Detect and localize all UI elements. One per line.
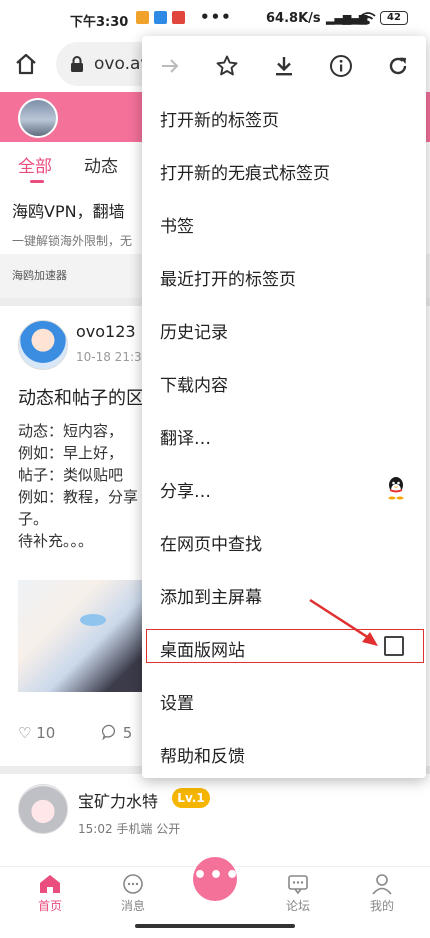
menu-find-in-page[interactable]: 在网页中查找: [142, 515, 426, 568]
like-button[interactable]: ♡ 10: [18, 724, 55, 742]
ad-source: 海鸥加速器: [12, 269, 67, 282]
status-bar: 下午3:30 ••• 64.8K/s ▂▄▆ ▂▄▆ 42: [0, 0, 430, 36]
menu-recent-tabs[interactable]: 最近打开的标签页: [142, 250, 426, 303]
menu-label: 帮助和反馈: [160, 747, 245, 767]
post-body: 动态：短内容， 例如：早上好， 帖子：类似贴吧 例如：教程，分享 子。 待补充。…: [18, 420, 138, 552]
notification-icon: [136, 11, 149, 24]
bottom-nav: 首页 消息 ••• 论坛 我的: [0, 857, 430, 916]
nav-messages[interactable]: 消息: [103, 871, 163, 914]
nav-forum[interactable]: 论坛: [268, 871, 328, 914]
lock-icon: [70, 56, 84, 76]
site-avatar[interactable]: [18, 98, 58, 138]
forward-icon[interactable]: [156, 52, 184, 80]
menu-label: 打开新的无痕式标签页: [160, 164, 330, 184]
post-title: 动态和帖子的区: [18, 388, 144, 409]
heart-icon: ♡: [18, 724, 32, 742]
menu-share[interactable]: 分享…: [142, 462, 426, 515]
menu-label: 在网页中查找: [160, 535, 262, 555]
menu-label: 设置: [160, 694, 194, 714]
menu-new-tab[interactable]: 打开新的标签页: [142, 91, 426, 144]
ad-description: 一键解锁海外限制，无: [12, 234, 133, 248]
post-line: 子。: [18, 510, 49, 528]
post-image-detail: [80, 614, 106, 626]
nav-forum-label: 论坛: [285, 899, 310, 913]
post-line: 例如：教程，分享: [18, 488, 139, 506]
menu-bookmarks[interactable]: 书签: [142, 197, 426, 250]
nav-home[interactable]: 首页: [20, 871, 80, 914]
menu-label: 打开新的标签页: [160, 111, 279, 131]
network-speed: 64.8K/s: [266, 11, 321, 26]
menu-settings[interactable]: 设置: [142, 674, 426, 727]
user-icon: [352, 871, 412, 897]
menu-help-feedback[interactable]: 帮助和反馈: [142, 727, 426, 780]
post-username[interactable]: 宝矿力水特: [78, 788, 158, 812]
forum-icon: [268, 871, 328, 897]
like-count: 10: [36, 724, 56, 742]
post-username[interactable]: ovo123: [76, 322, 136, 341]
nav-profile[interactable]: 我的: [352, 871, 412, 914]
menu-label: 分享…: [160, 482, 211, 502]
post-meta: 15:02 手机端 公开: [78, 822, 181, 836]
avatar[interactable]: [18, 320, 68, 370]
menu-translate[interactable]: 翻译…: [142, 409, 426, 462]
download-icon[interactable]: [270, 52, 298, 80]
overflow-menu: 打开新的标签页 打开新的无痕式标签页 书签 最近打开的标签页 历史记录 下载内容…: [142, 36, 426, 778]
post-time: 10-18 21:35: [76, 350, 150, 364]
menu-toolbar: [142, 36, 426, 96]
post-line: 例如：早上好，: [18, 444, 124, 462]
home-icon[interactable]: [12, 50, 40, 78]
active-tab-indicator: [30, 180, 44, 183]
post-line: 帖子：类似贴吧: [18, 466, 124, 484]
battery-icon: 42: [380, 11, 408, 25]
comment-count: 5: [122, 724, 133, 742]
avatar[interactable]: [18, 784, 68, 834]
status-time: 下午3:30: [70, 15, 129, 30]
menu-label: 翻译…: [160, 429, 211, 449]
message-icon: [103, 871, 163, 897]
post-line: 待补充。。。: [18, 532, 94, 550]
tab-dynamic[interactable]: 动态: [84, 152, 118, 177]
comment-icon: [101, 724, 123, 742]
refresh-icon[interactable]: [384, 52, 412, 80]
menu-label: 添加到主屏幕: [160, 588, 262, 608]
notification-icon: [154, 11, 167, 24]
nav-home-label: 首页: [37, 899, 62, 913]
nav-profile-label: 我的: [369, 899, 394, 913]
create-post-button[interactable]: •••: [193, 857, 239, 901]
comment-button[interactable]: 5: [101, 724, 133, 742]
annotation-arrow-icon: [309, 598, 378, 646]
home-icon: [20, 871, 80, 897]
menu-label: 历史记录: [160, 323, 228, 343]
menu-label: 下载内容: [160, 376, 228, 396]
notification-icon: [172, 11, 185, 24]
level-badge: Lv.1: [172, 788, 210, 808]
menu-label: 书签: [160, 217, 194, 237]
menu-label: 最近打开的标签页: [160, 270, 296, 290]
tab-all[interactable]: 全部: [18, 152, 52, 177]
ad-title: 海鸥VPN，翻墙: [12, 202, 130, 221]
more-notifications-icon: •••: [200, 8, 232, 26]
gesture-bar: [0, 916, 430, 938]
desktop-site-checkbox[interactable]: [384, 636, 404, 656]
menu-history[interactable]: 历史记录: [142, 303, 426, 356]
post-card[interactable]: 宝矿力水特 Lv.1 15:02 手机端 公开: [0, 774, 430, 866]
nav-messages-label: 消息: [120, 899, 145, 913]
qq-penguin-icon[interactable]: [386, 476, 406, 504]
menu-downloads[interactable]: 下载内容: [142, 356, 426, 409]
info-icon[interactable]: [327, 52, 355, 80]
bookmark-star-icon[interactable]: [213, 52, 241, 80]
wifi-icon: [360, 12, 376, 28]
menu-new-incognito-tab[interactable]: 打开新的无痕式标签页: [142, 144, 426, 197]
gesture-handle[interactable]: [135, 924, 295, 928]
post-line: 动态：短内容，: [18, 422, 124, 440]
post-image[interactable]: [18, 580, 142, 692]
